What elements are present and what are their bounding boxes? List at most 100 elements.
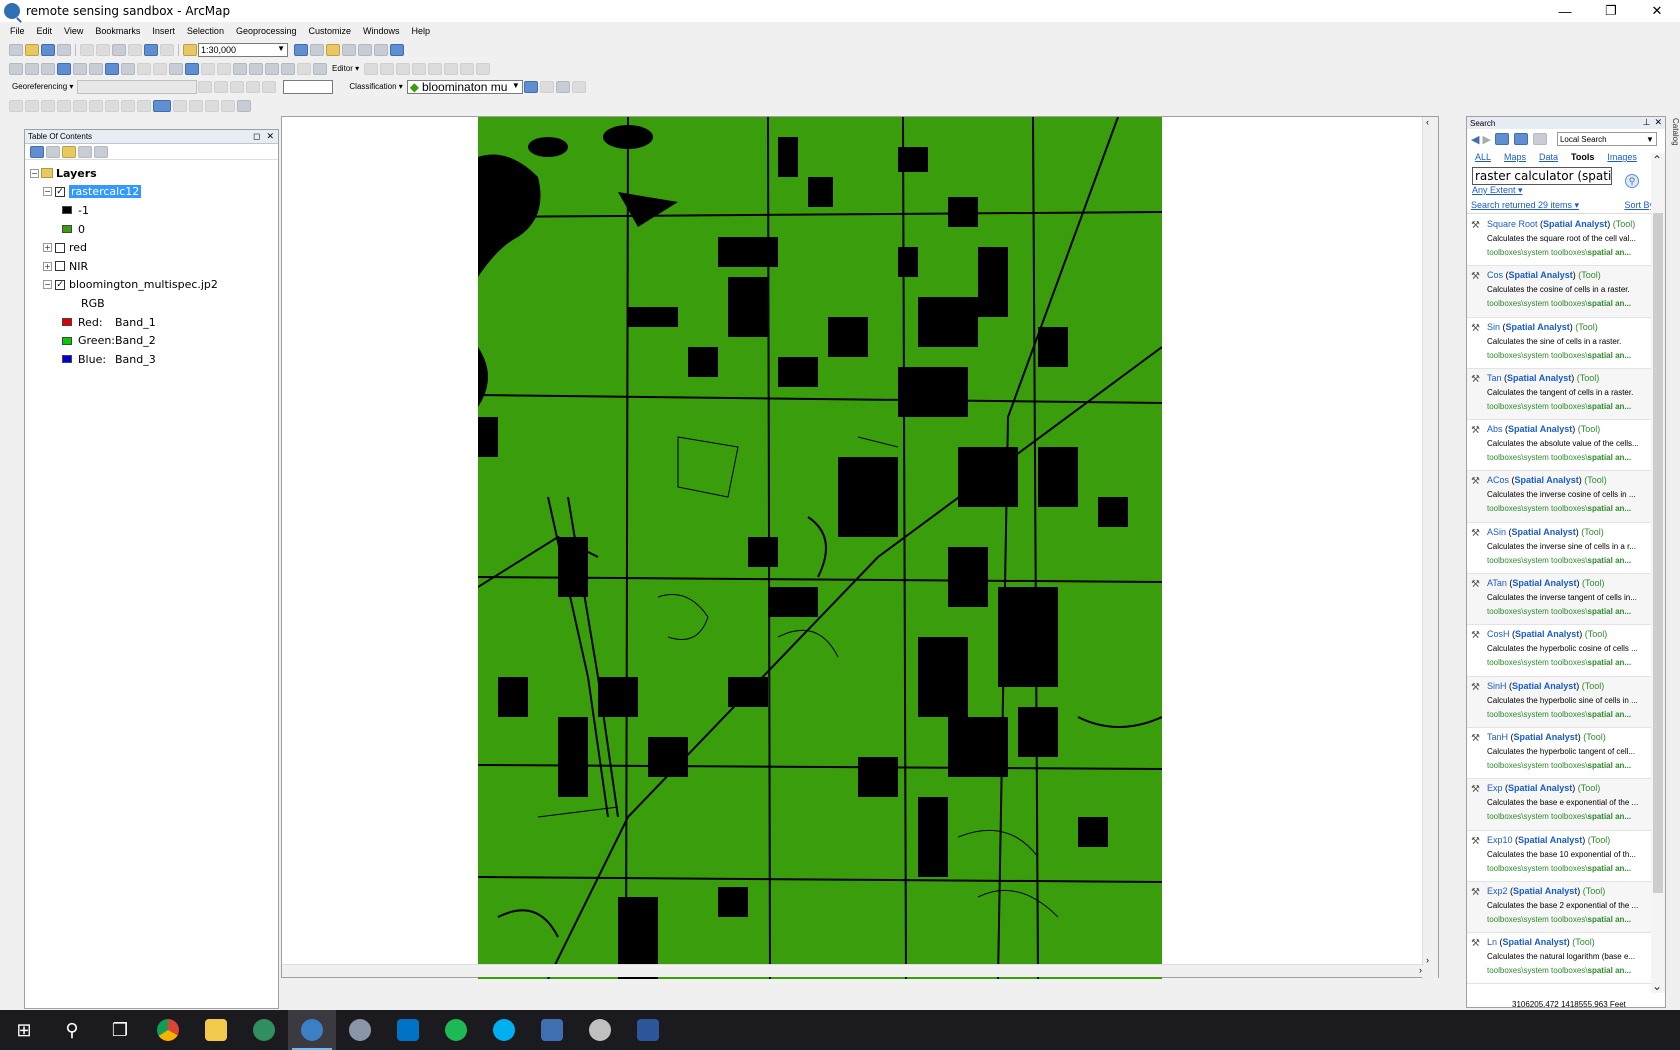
adjust-tool-icon[interactable] <box>41 99 55 112</box>
back-arrow-icon[interactable]: ◀ <box>1471 133 1479 146</box>
adjust-active-icon[interactable] <box>153 99 171 112</box>
attributes-icon[interactable] <box>444 62 459 75</box>
identify-icon[interactable] <box>185 62 199 75</box>
forward-arrow-icon[interactable]: ▶ <box>1482 133 1490 146</box>
scroll-up-icon[interactable]: ⌃ <box>1652 153 1662 167</box>
adjust-tool-icon[interactable] <box>221 99 235 112</box>
create-features-icon[interactable] <box>476 62 491 75</box>
catalog-icon[interactable] <box>326 43 340 56</box>
extent-filter[interactable]: Any Extent ▾ <box>1472 185 1665 198</box>
layer-visibility-checkbox[interactable] <box>55 242 65 253</box>
menu-bookmarks[interactable]: Bookmarks <box>95 26 140 36</box>
create-signature-icon[interactable] <box>539 80 554 93</box>
result-tool-name[interactable]: Sin <box>1487 322 1500 332</box>
result-title[interactable]: ACos (Spatial Analyst) (Tool) <box>1487 475 1653 485</box>
collapse-icon[interactable]: − <box>43 187 52 197</box>
results-count[interactable]: Search returned 29 items ▾ <box>1471 200 1579 211</box>
search-result-item[interactable]: ⚒ Square Root (Spatial Analyst) (Tool) Cal… <box>1467 215 1653 267</box>
menu-windows[interactable]: Windows <box>363 26 400 36</box>
clear-selection-icon[interactable] <box>153 62 167 75</box>
result-title[interactable]: Abs (Spatial Analyst) (Tool) <box>1487 424 1653 434</box>
add-data-icon[interactable] <box>183 43 197 56</box>
delete-icon[interactable] <box>128 43 142 56</box>
search-options-icon[interactable] <box>1532 133 1547 145</box>
table-of-contents-icon[interactable] <box>310 43 324 56</box>
auto-adjust-icon[interactable] <box>262 80 277 93</box>
search-result-item[interactable]: ⚒ Exp2 (Spatial Analyst) (Tool) Calculates… <box>1467 881 1653 934</box>
pin-icon[interactable]: ⊥ <box>1643 117 1651 128</box>
search-home-icon[interactable] <box>1494 133 1509 145</box>
search-input[interactable]: raster calculator (spatia <box>1472 167 1612 185</box>
pan-icon[interactable] <box>41 62 55 75</box>
paste-icon[interactable] <box>112 43 126 56</box>
classification-menu[interactable]: Classification ▾ <box>349 82 402 91</box>
result-tool-name[interactable]: Exp10 <box>1487 835 1513 845</box>
result-tool-name[interactable]: ATan <box>1487 578 1507 588</box>
save-icon[interactable] <box>41 43 55 56</box>
layer-item-nir[interactable]: + NIR <box>25 257 278 276</box>
layer-label[interactable]: bloomington_multispec.jp2 <box>69 278 218 291</box>
result-title[interactable]: ATan (Spatial Analyst) (Tool) <box>1487 578 1653 588</box>
search-result-item[interactable]: ⚒ TanH (Spatial Analyst) (Tool) Calculates… <box>1467 728 1653 780</box>
full-extent-icon[interactable] <box>57 62 71 75</box>
search-result-item[interactable]: ⚒ Ln (Spatial Analyst) (Tool) Calculates t… <box>1467 933 1653 985</box>
tab-all[interactable]: ALL <box>1475 152 1491 162</box>
select-elements-icon[interactable] <box>169 62 183 75</box>
result-title[interactable]: Square Root (Spatial Analyst) (Tool) <box>1487 219 1653 229</box>
shift-raster-icon[interactable] <box>214 80 229 93</box>
search-result-item[interactable]: ⚒ ACos (Spatial Analyst) (Tool) Calculates… <box>1467 471 1653 523</box>
layer-item-bloomington-multispec[interactable]: − ✓ bloomington_multispec.jp2 <box>25 276 278 295</box>
hyperlink-icon[interactable] <box>201 62 215 75</box>
find-icon[interactable] <box>249 62 263 75</box>
result-title[interactable]: CosH (Spatial Analyst) (Tool) <box>1487 629 1653 639</box>
editor-toolbar-icon[interactable] <box>294 43 308 56</box>
refresh-icon[interactable] <box>1513 133 1528 145</box>
tab-maps[interactable]: Maps <box>1504 152 1526 162</box>
taskbar-spotify[interactable] <box>432 1010 480 1050</box>
menu-insert[interactable]: Insert <box>152 26 175 36</box>
result-title[interactable]: TanH (Spatial Analyst) (Tool) <box>1487 732 1653 742</box>
task-view-button[interactable]: ❐ <box>96 1010 144 1050</box>
georef-scale-input[interactable] <box>283 79 334 94</box>
close-button[interactable]: ✕ <box>1634 0 1680 22</box>
histogram-icon[interactable] <box>571 80 586 93</box>
trace-icon[interactable] <box>396 62 411 75</box>
collapse-icon[interactable]: − <box>43 280 52 290</box>
layers-root[interactable]: − Layers <box>25 164 278 183</box>
open-icon[interactable] <box>25 43 39 56</box>
result-tool-name[interactable]: Exp2 <box>1487 886 1508 896</box>
restore-button[interactable]: ❐ <box>1588 0 1634 22</box>
add-control-points-icon[interactable] <box>230 80 245 93</box>
back-extent-icon[interactable] <box>105 62 119 75</box>
taskbar-globe-app[interactable] <box>240 1010 288 1050</box>
cut-icon[interactable] <box>80 43 94 56</box>
close-icon[interactable]: ✕ <box>266 131 274 142</box>
expand-icon[interactable]: + <box>43 243 52 253</box>
result-title[interactable]: ASin (Spatial Analyst) (Tool) <box>1487 527 1653 537</box>
taskbar-search[interactable]: ⚲ <box>48 1010 96 1050</box>
result-title[interactable]: SinH (Spatial Analyst) (Tool) <box>1487 681 1653 691</box>
redo-icon[interactable] <box>160 43 174 56</box>
adjust-tool-icon[interactable] <box>105 99 119 112</box>
result-title[interactable]: Exp10 (Spatial Analyst) (Tool) <box>1487 835 1653 845</box>
search-result-item[interactable]: ⚒ Sin (Spatial Analyst) (Tool) Calculates … <box>1467 318 1653 369</box>
taskbar-paint-app[interactable] <box>576 1010 624 1050</box>
result-title[interactable]: Exp (Spatial Analyst) (Tool) <box>1487 783 1653 793</box>
python-window-icon[interactable] <box>374 43 388 56</box>
training-sample-manager-icon[interactable] <box>523 80 538 93</box>
find-route-icon[interactable] <box>265 62 279 75</box>
scroll-down-icon[interactable]: ⌄ <box>1652 979 1662 993</box>
layer-visibility-checkbox[interactable]: ✓ <box>55 186 65 197</box>
adjust-tool-icon[interactable] <box>73 99 87 112</box>
result-title[interactable]: Sin (Spatial Analyst) (Tool) <box>1487 322 1653 332</box>
result-tool-name[interactable]: Abs <box>1487 424 1503 434</box>
new-document-icon[interactable] <box>9 43 23 56</box>
search-result-item[interactable]: ⚒ Exp (Spatial Analyst) (Tool) Calculates … <box>1467 779 1653 831</box>
zoom-out-icon[interactable] <box>25 62 39 75</box>
adjust-tool-icon[interactable] <box>237 99 251 112</box>
minimize-button[interactable]: — <box>1542 0 1588 22</box>
rotate-raster-icon[interactable] <box>198 80 213 93</box>
menu-edit[interactable]: Edit <box>37 26 53 36</box>
edit-tool-icon[interactable] <box>364 62 379 75</box>
zoom-in-icon[interactable] <box>9 62 23 75</box>
